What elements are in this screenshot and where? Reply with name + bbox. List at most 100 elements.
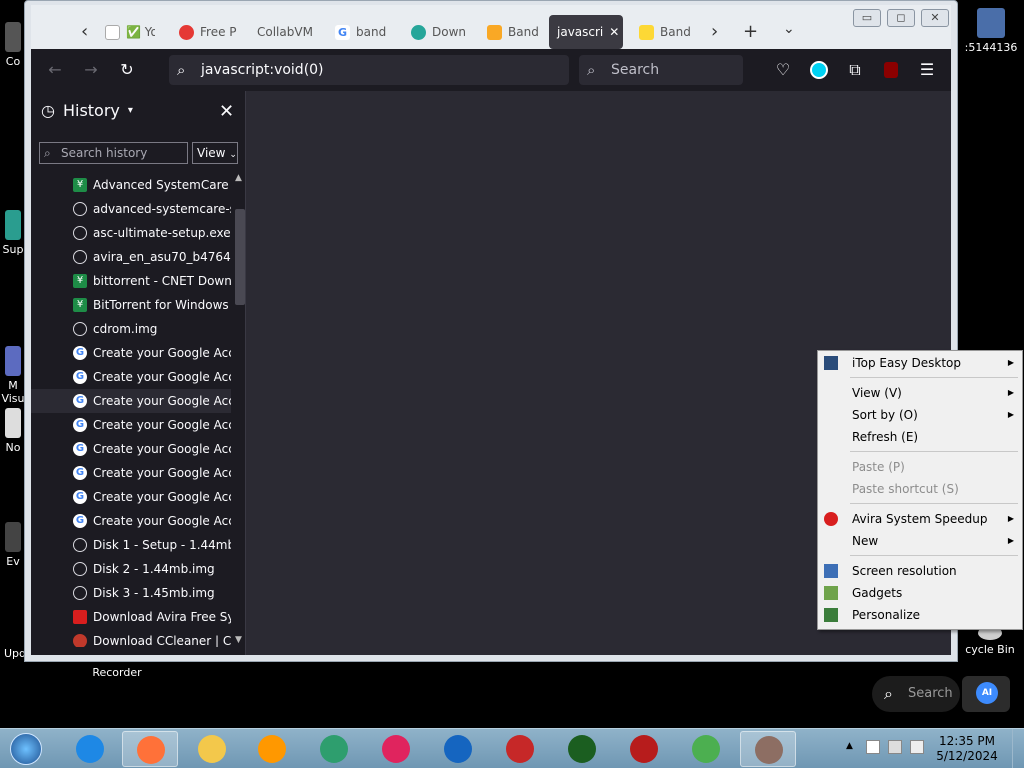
forward-icon[interactable]: → [79,58,103,82]
app-red-gear-icon [506,735,534,763]
history-item[interactable]: ¥ bittorrent - CNET Downlo [31,269,231,293]
desktop-icon-number[interactable]: :5144136 [958,8,1024,54]
menu-item-screen-resolution[interactable]: Screen resolution [818,560,1022,582]
menu-item-new[interactable]: New ▶ [818,530,1022,552]
history-item[interactable]: G Create your Google Accou [31,461,231,485]
account-icon[interactable] [807,58,831,82]
history-item[interactable]: G Create your Google Accou [31,341,231,365]
submenu-arrow-icon: ▶ [1007,514,1014,523]
close-sidebar-icon[interactable]: ✕ [219,101,234,122]
clock[interactable]: 12:35 PM 5/12/2024 [930,734,1004,764]
history-item[interactable]: Download Avira Free Syste [31,605,231,629]
history-item[interactable]: Disk 2 - 1.44mb.img [31,557,231,581]
scroll-down-icon[interactable]: ▼ [235,635,242,645]
minimize-button[interactable]: ▭ [853,9,881,27]
scrollbar-thumb[interactable] [235,209,245,305]
menu-item-personalize[interactable]: Personalize [818,604,1022,626]
menu-item-gadgets[interactable]: Gadgets [818,582,1022,604]
reload-icon[interactable]: ↻ [115,58,139,82]
history-item[interactable]: G Create your Google Accou [31,437,231,461]
history-item-label: Create your Google Accou [93,442,231,456]
taskbar-internet-explorer[interactable] [62,731,118,767]
desktop-icon-ev[interactable]: Ev [0,522,26,568]
ublock-icon[interactable] [879,58,903,82]
show-hidden-icons-icon[interactable]: ▲ [846,741,853,751]
history-item[interactable]: G Create your Google Accou [31,365,231,389]
menu-item-view-v[interactable]: View (V) ▶ [818,382,1022,404]
taskbar-firefox[interactable] [122,731,178,767]
volume-icon[interactable] [910,740,924,754]
show-desktop-button[interactable] [1012,729,1024,768]
menu-item-avira-system-speedup[interactable]: Avira System Speedup ▶ [818,508,1022,530]
tab-scroll-left-icon[interactable]: ‹ [81,21,88,42]
desktop-icon-co[interactable]: Co [0,22,26,68]
taskbar-chrome[interactable] [678,731,734,767]
tab-0[interactable]: ✅ Yo [97,15,155,49]
desktop-icon-recorder[interactable]: Recorder [90,666,144,679]
history-item[interactable]: G Create your Google Accou [31,413,231,437]
menu-item-refresh-e[interactable]: Refresh (E) [818,426,1022,448]
desktop-icon-sup[interactable]: Sup [0,210,26,256]
taskbar-file-explorer[interactable] [184,731,240,767]
sidebar-switcher[interactable]: ◷ History ▾ [41,101,133,120]
desktop-icon-recycle-bin[interactable]: cycle Bin [956,626,1024,656]
url-bar[interactable]: ⌕ javascript:void(0) [169,55,569,85]
tab-7[interactable]: Band [631,15,697,49]
history-item[interactable]: Download CCleaner | Clea [31,629,231,647]
tab-5[interactable]: Band [479,15,545,49]
menu-item-label: Paste shortcut (S) [852,482,959,496]
extensions-icon[interactable]: ⧉ [843,58,867,82]
desktop-icon-visu[interactable]: M Visu [0,320,26,405]
start-button[interactable] [4,731,46,767]
menu-item-itop-easy-desktop[interactable]: iTop Easy Desktop ▶ [818,352,1022,374]
history-item[interactable]: avira_en_asu70_b4764be64 [31,245,231,269]
taskbar-app-green[interactable] [306,731,362,767]
history-item[interactable]: ¥ Advanced SystemCare Ult [31,173,231,197]
ai-button[interactable]: AI [962,676,1010,712]
floating-search[interactable]: ⌕ Search [872,676,960,712]
menu-icon[interactable]: ☰ [915,58,939,82]
history-item[interactable]: cdrom.img [31,317,231,341]
tab-scroll-right-icon[interactable]: › [711,21,718,42]
history-item[interactable]: G Create your Google Accou [31,389,231,413]
taskbar-opera[interactable] [368,731,424,767]
action-center-icon[interactable] [866,740,880,754]
maximize-button[interactable]: ◻ [887,9,915,27]
history-item[interactable]: Disk 1 - Setup - 1.44mb.im [31,533,231,557]
tab-4[interactable]: Down [403,15,469,49]
taskbar-app-shield[interactable] [554,731,610,767]
history-item[interactable]: advanced-systemcare-set [31,197,231,221]
menu-item-paste-p[interactable]: Paste (P) [818,456,1022,478]
history-item[interactable]: ¥ BitTorrent for Windows - F [31,293,231,317]
search-bar[interactable]: ⌕ Search [579,55,743,85]
scroll-up-icon[interactable]: ▲ [235,173,242,183]
tab-2[interactable]: CollabVM [249,15,319,49]
history-item[interactable]: G Create your Google Accou [31,509,231,533]
list-tabs-icon[interactable]: ⌄ [783,21,795,37]
network-icon[interactable] [888,740,902,754]
desktop-icon-no[interactable]: No [0,408,26,454]
history-item[interactable]: Disk 3 - 1.45mb.img [31,581,231,605]
taskbar-app-red-gear[interactable] [492,731,548,767]
tab-3[interactable]: Gband [327,15,393,49]
tab-active[interactable]: javascri ✕ [549,15,623,49]
history-item[interactable]: asc-ultimate-setup.exe [31,221,231,245]
file-explorer-icon [198,735,226,763]
history-item[interactable]: G Create your Google Accou [31,485,231,509]
taskbar-ccleaner[interactable] [430,731,486,767]
new-tab-icon[interactable]: + [743,21,758,42]
taskbar-winrar[interactable] [740,731,796,767]
internet-explorer-icon [76,735,104,763]
taskbar-media-player[interactable] [244,731,300,767]
back-icon[interactable]: ← [43,58,67,82]
pocket-icon[interactable]: ♡ [771,58,795,82]
menu-item-sort-by-o[interactable]: Sort by (O) ▶ [818,404,1022,426]
close-tab-icon[interactable]: ✕ [609,25,619,39]
history-search-input[interactable]: ⌕ Search history [39,142,188,164]
tab-1[interactable]: Free P [171,15,237,49]
view-button[interactable]: View ⌄ [192,142,238,164]
close-window-button[interactable]: ✕ [921,9,949,27]
sidebar-scrollbar[interactable]: ▲ ▼ [231,173,245,647]
menu-item-paste-shortcut-s[interactable]: Paste shortcut (S) [818,478,1022,500]
taskbar-recorder[interactable] [616,731,672,767]
